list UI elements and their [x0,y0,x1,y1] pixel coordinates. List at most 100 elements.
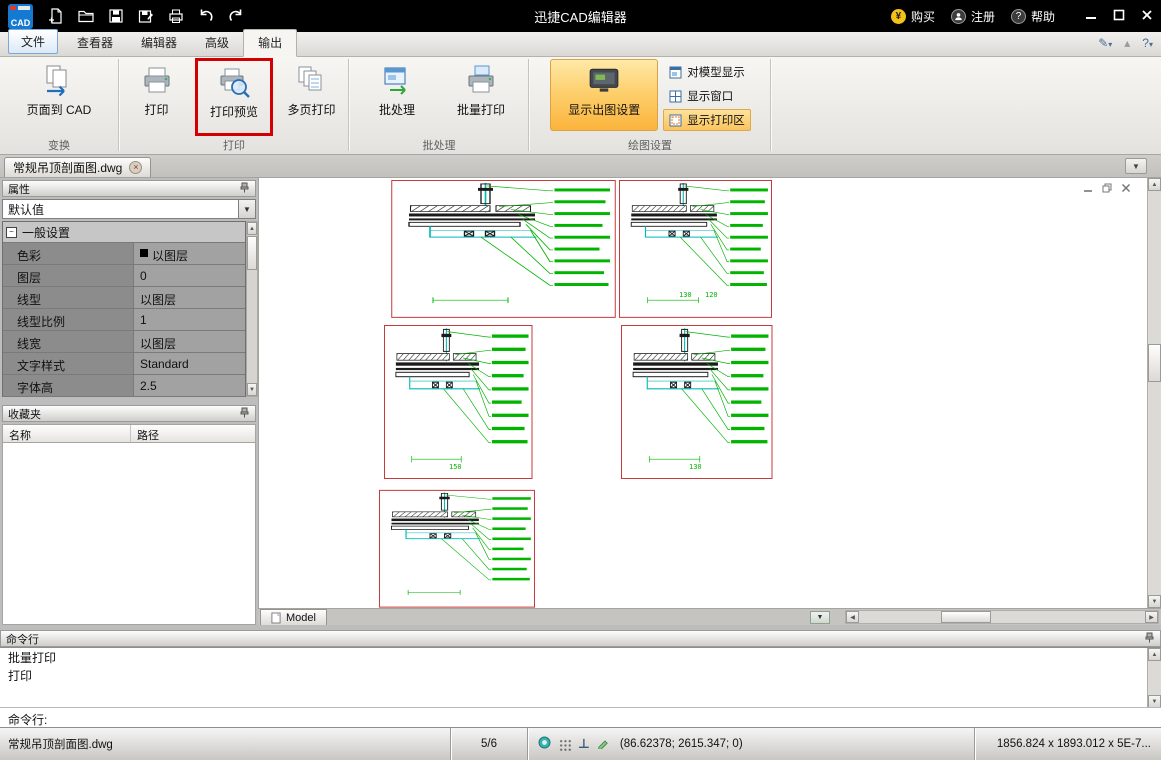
app-logo-icon: CAD [8,3,33,29]
tab-output[interactable]: 输出 [243,29,298,57]
snap-mode-icon[interactable] [538,736,551,752]
property-grid: − 一般设置 色彩 以图层 图层 0 线型 以图层 线型比例 1 线宽 以图层 … [2,221,246,397]
favorites-list[interactable] [2,443,256,625]
tab-editor[interactable]: 编辑器 [127,30,191,56]
buy-button[interactable]: ¥ 购买 [890,8,935,25]
display-print-area-button[interactable]: 显示打印区 [663,109,751,131]
cad-detail-panel-1 [390,179,617,319]
pin-icon[interactable] [1144,632,1155,646]
command-history-line: 批量打印 [8,651,57,665]
open-file-button[interactable] [73,3,99,29]
command-prompt-label: 命令行: [8,713,48,727]
print-preview-button[interactable]: 打印预览 [198,61,270,133]
grid-snap-icon[interactable] [558,737,571,751]
model-display-icon [669,66,682,78]
property-group-row[interactable]: − 一般设置 [3,222,245,243]
new-file-button[interactable] [43,3,69,29]
favorites-col-name[interactable]: 名称 [3,425,131,442]
left-panel: 属性 默认值 ▼ − 一般设置 色彩 以图层 图层 0 线型 以图层 线型比例 … [0,178,258,625]
save-button[interactable] [103,3,129,29]
cad-drawing[interactable]: 130 120 150 130 [258,178,1147,608]
print-button[interactable]: 打印 [121,59,192,131]
drawing-canvas-area: 130 120 150 130 ▲ ▼ Model ▼ ◀ ▶ [258,178,1161,625]
highlight-box-print-preview: 打印预览 [195,58,273,136]
canvas-horizontal-scrollbar[interactable]: ◀ ▶ [845,610,1159,624]
command-panel-title: 命令行 [6,633,39,646]
plot-settings-button[interactable]: 显示出图设置 [550,59,659,131]
document-tab[interactable]: 常规吊顶剖面图.dwg × [4,157,152,177]
dimension-label: 120 [705,291,718,299]
scroll-down-icon[interactable]: ▼ [247,383,257,396]
undo-icon [200,9,213,22]
batch-print-icon [468,65,494,93]
maximize-button[interactable] [1113,9,1125,24]
scroll-right-icon[interactable]: ▶ [1145,611,1158,623]
undo-button[interactable] [193,3,219,29]
tab-file[interactable]: 文件 [8,29,59,54]
scrollbar-thumb[interactable] [941,611,991,623]
property-row-layer[interactable]: 图层 0 [3,265,245,287]
command-history[interactable]: 批量打印 打印 ▲ ▼ [0,647,1161,708]
property-grid-scrollbar[interactable]: ▲ ▼ [246,221,258,397]
child-restore-icon[interactable] [1102,182,1112,196]
pin-icon[interactable] [239,407,250,421]
property-row-linetype[interactable]: 线型 以图层 [3,287,245,309]
save-as-button[interactable] [133,3,159,29]
status-sheet-indicator: 5/6 [481,738,497,750]
collapse-ribbon-icon[interactable]: ▴ [1124,36,1130,50]
ortho-mode-icon[interactable]: ⊥ [578,736,590,752]
child-close-icon[interactable] [1121,182,1131,196]
display-window-button[interactable]: 显示窗口 [663,85,751,107]
color-swatch [140,249,148,257]
close-button[interactable] [1141,9,1153,24]
scrollbar-thumb[interactable] [1148,344,1161,382]
group-label-drawing-settings: 绘图设置 [628,140,672,152]
quick-print-button[interactable] [163,3,189,29]
group-label-print: 打印 [223,140,245,152]
question-icon: ? [1010,8,1026,24]
dimension-label: 150 [449,463,462,471]
command-input[interactable]: 命令行: [0,707,1161,727]
help-label: 帮助 [1030,9,1055,24]
document-close-icon[interactable]: × [129,161,143,174]
property-row-lineweight[interactable]: 线宽 以图层 [3,331,245,353]
draft-marker-icon[interactable] [597,736,610,752]
scroll-up-icon[interactable]: ▲ [247,222,257,235]
buy-label: 购买 [910,9,935,24]
scroll-up-icon[interactable]: ▲ [1148,178,1161,191]
document-list-dropdown[interactable]: ▼ [1125,158,1147,174]
preset-dropdown[interactable]: 默认值 ▼ [2,199,256,219]
property-row-text-style[interactable]: 文字样式 Standard [3,353,245,375]
tab-advanced[interactable]: 高级 [191,30,243,56]
scrollbar-thumb[interactable] [247,236,257,270]
page-to-cad-button[interactable]: 页面到 CAD [17,59,101,131]
property-row-color[interactable]: 色彩 以图层 [3,243,245,265]
help-button[interactable]: ? 帮助 [1010,8,1055,25]
model-display-button[interactable]: 对模型显示 [663,61,751,83]
favorites-col-path[interactable]: 路径 [131,425,255,442]
property-row-font-height[interactable]: 字体高 2.5 [3,375,245,397]
canvas-vertical-scrollbar[interactable]: ▲ ▼ [1147,178,1161,608]
child-minimize-icon[interactable] [1083,182,1093,196]
tab-model[interactable]: Model [260,609,327,625]
property-row-linetype-scale[interactable]: 线型比例 1 [3,309,245,331]
scroll-down-icon[interactable]: ▼ [1148,595,1161,608]
batch-print-button[interactable]: 批量打印 [445,59,517,131]
batch-process-button[interactable]: 批处理 [361,59,433,131]
command-history-scrollbar[interactable]: ▲ ▼ [1147,648,1161,708]
multi-page-print-button[interactable]: 多页打印 [276,59,347,131]
collapse-icon[interactable]: − [6,226,17,238]
scroll-left-icon[interactable]: ◀ [846,611,859,623]
chevron-down-icon[interactable]: ▼ [238,200,255,218]
register-button[interactable]: 注册 [950,8,995,25]
help-dropdown-icon[interactable]: ?▾ [1142,36,1153,50]
scroll-up-icon[interactable]: ▲ [1148,648,1161,661]
redo-button[interactable] [223,3,249,29]
tab-viewer[interactable]: 查看器 [63,30,127,56]
pen-style-dropdown-icon[interactable]: ✎▾ [1098,36,1112,50]
pin-icon[interactable] [239,182,250,196]
layout-list-dropdown[interactable]: ▼ [810,611,830,624]
group-label-transform: 变换 [48,140,70,152]
minimize-button[interactable] [1085,9,1097,24]
print-label: 打印 [144,103,169,117]
